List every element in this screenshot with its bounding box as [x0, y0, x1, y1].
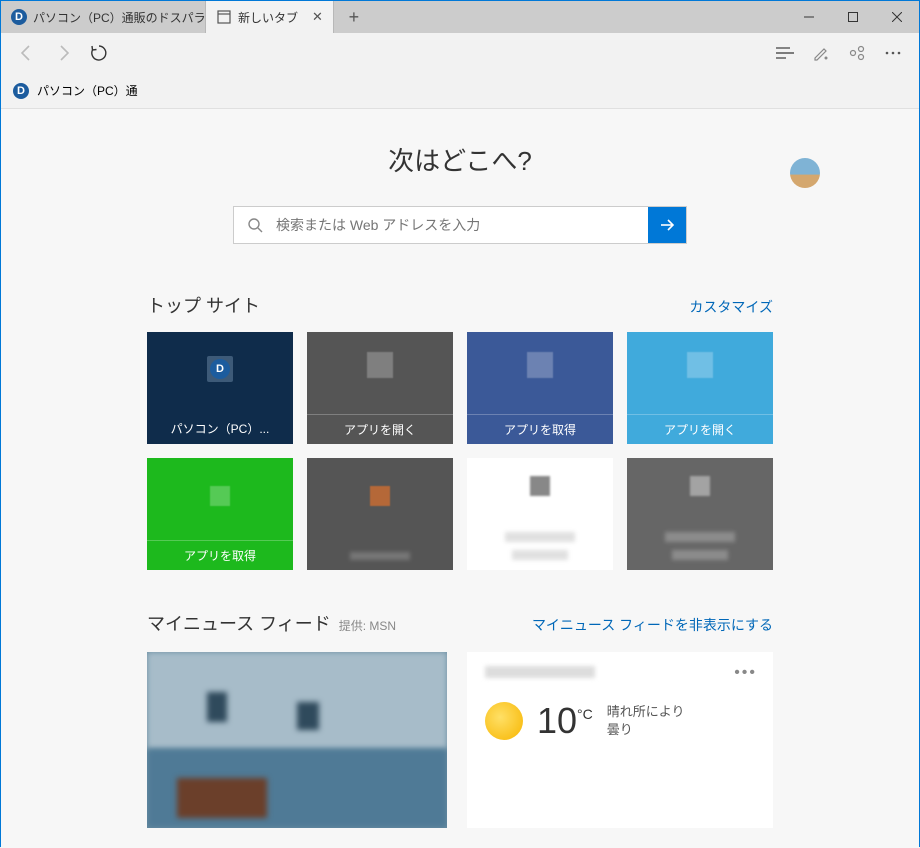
tile-label: アプリを取得 [467, 414, 613, 444]
tile-icon-blur [367, 352, 393, 378]
tile-icon: D [207, 356, 233, 382]
customize-link[interactable]: カスタマイズ [689, 297, 773, 317]
tab-0[interactable]: D パソコン（PC）通販のドスパラ [1, 1, 206, 33]
minimize-button[interactable] [787, 1, 831, 33]
page-title: 次はどこへ? [1, 141, 919, 178]
close-window-button[interactable] [875, 1, 919, 33]
page-content: 次はどこへ? トップ サイト カスタマイズ D パソコン（PC）... アプリを… [1, 109, 919, 848]
favorites-bar: D パソコン（PC）通 [1, 73, 919, 109]
back-button[interactable] [9, 35, 45, 71]
weather-main: 10°C 晴れ所により 曇り [485, 700, 755, 742]
notes-button[interactable] [803, 35, 839, 71]
reading-view-button[interactable] [767, 35, 803, 71]
tile-icon-blur [370, 486, 390, 506]
weather-temp: 10°C [537, 700, 593, 742]
top-sites-grid: D パソコン（PC）... アプリを開く アプリを取得 アプリを開く アプリを取… [147, 332, 773, 570]
more-icon[interactable]: ••• [734, 664, 757, 682]
maximize-button[interactable] [831, 1, 875, 33]
news-provider: 提供: MSN [339, 617, 396, 634]
window-controls [787, 1, 919, 33]
tile-label: アプリを開く [307, 414, 453, 444]
tile-label: パソコン（PC）... [147, 415, 293, 444]
tile-icon-blur [210, 486, 230, 506]
tab-0-title: パソコン（PC）通販のドスパラ [33, 9, 206, 26]
top-site-tile-2[interactable]: アプリを取得 [467, 332, 613, 444]
tile-icon-blur [527, 352, 553, 378]
news-heading: マイニュース フィード [147, 610, 331, 636]
search-box [233, 206, 687, 244]
top-sites-heading: トップ サイト [147, 292, 260, 318]
more-button[interactable] [875, 35, 911, 71]
favorites-item-0[interactable]: パソコン（PC）通 [37, 82, 138, 99]
tab-1-title: 新しいタブ [238, 9, 298, 26]
refresh-button[interactable] [81, 35, 117, 71]
weather-desc: 晴れ所により 曇り [607, 703, 685, 739]
top-site-tile-4[interactable]: アプリを取得 [147, 458, 293, 570]
top-site-tile-0[interactable]: D パソコン（PC）... [147, 332, 293, 444]
search-go-button[interactable] [648, 207, 686, 243]
news-image[interactable] [147, 652, 447, 828]
sun-icon [485, 702, 523, 740]
share-button[interactable] [839, 35, 875, 71]
profile-avatar[interactable] [790, 158, 820, 188]
tile-icon-blur [687, 352, 713, 378]
top-site-tile-5[interactable] [307, 458, 453, 570]
news-row: ••• 10°C 晴れ所により 曇り [147, 652, 773, 828]
page-icon [216, 9, 232, 25]
search-icon [234, 207, 276, 243]
favicon-dospara: D [11, 9, 27, 25]
tab-1[interactable]: 新しいタブ ✕ [206, 1, 334, 33]
nav-toolbar [1, 33, 919, 73]
tile-label: アプリを取得 [147, 540, 293, 570]
top-site-tile-3[interactable]: アプリを開く [627, 332, 773, 444]
tile-label: アプリを開く [627, 414, 773, 444]
top-sites-header: トップ サイト カスタマイズ [147, 292, 773, 318]
close-tab-icon[interactable]: ✕ [312, 9, 323, 25]
weather-card[interactable]: ••• 10°C 晴れ所により 曇り [467, 652, 773, 828]
top-site-tile-1[interactable]: アプリを開く [307, 332, 453, 444]
forward-button[interactable] [45, 35, 81, 71]
hide-news-link[interactable]: マイニュース フィードを非表示にする [532, 615, 773, 635]
top-site-tile-7[interactable] [627, 458, 773, 570]
weather-location-blur [485, 666, 595, 678]
news-header: マイニュース フィード 提供: MSN マイニュース フィードを非表示にする [147, 610, 773, 636]
new-tab-button[interactable]: + [334, 7, 374, 28]
window-titlebar: D パソコン（PC）通販のドスパラ 新しいタブ ✕ + [1, 1, 919, 33]
favicon-dospara: D [13, 83, 29, 99]
search-input[interactable] [276, 207, 648, 243]
top-site-tile-6[interactable] [467, 458, 613, 570]
